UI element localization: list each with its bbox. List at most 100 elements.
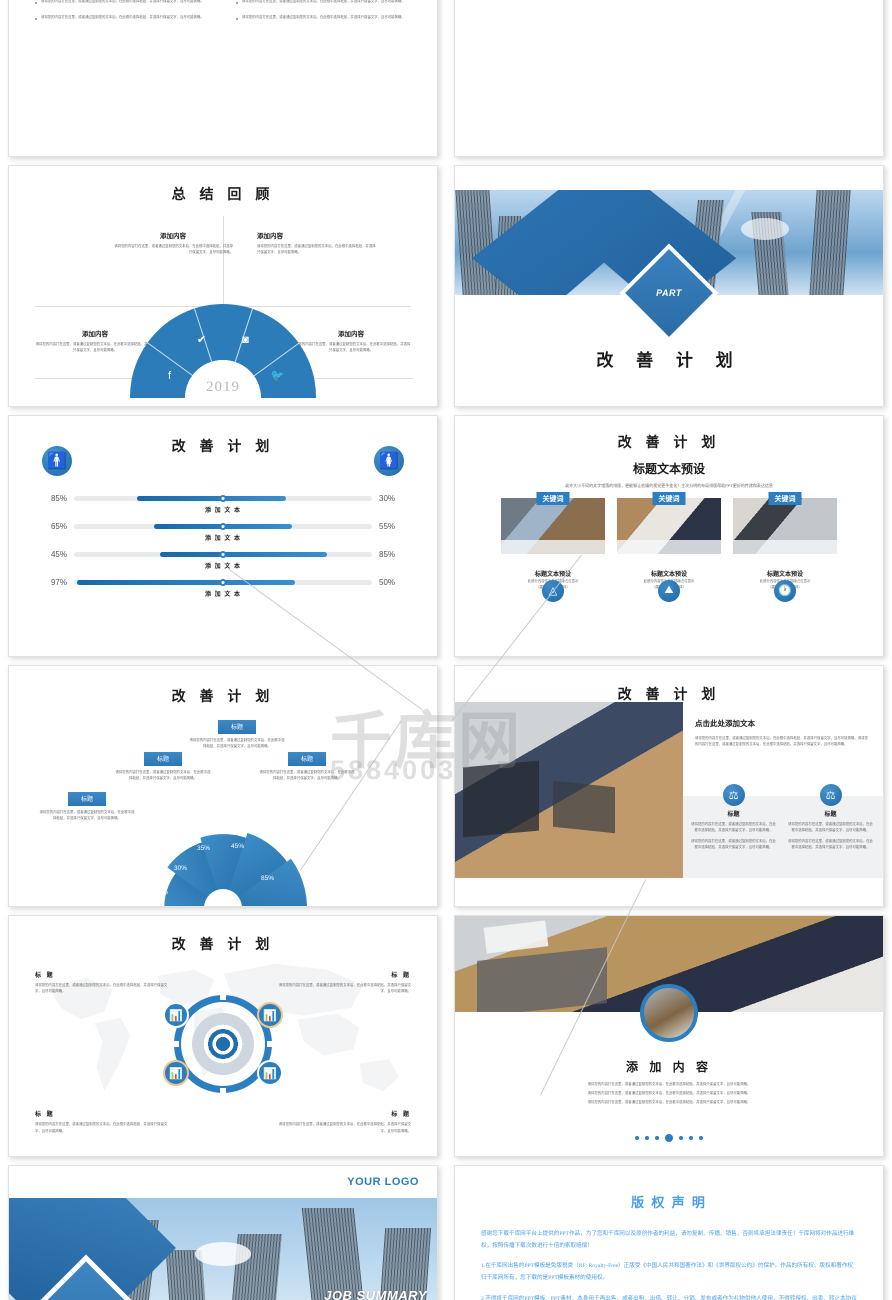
photo-features-body: 改 善 计 划 点击此处添加文本 请将您的内容打在这里，或者通过复制您的文本后，…: [455, 666, 883, 906]
fan-chart-body: 改 善 计 划 标题 请将您的内容打在这里，或者通过复制您的文本后，在此框中选择…: [9, 666, 437, 906]
copyright-paragraph: 1.在千库网出售的PPT模板是免版税类（RF: Royalty-Free）正版受…: [481, 1263, 853, 1282]
progress-knob[interactable]: [219, 579, 227, 586]
progress-track[interactable]: [74, 523, 372, 530]
progress-row[interactable]: 65% 55%: [41, 522, 405, 531]
feature-heading: 标题: [824, 812, 837, 818]
team-photo: [455, 702, 683, 878]
semicircle-social-fan: f ✔ ◙ 🐦 2019: [130, 304, 316, 399]
balance-scale-icon: ⚖: [722, 784, 745, 806]
progress-right-value: 30%: [379, 494, 396, 503]
keyword-badge: 关键词: [768, 492, 802, 505]
corner-heading: 标 题: [391, 973, 411, 979]
list-item: 请将您的内容打在这里，或者通过复制您的文本后，在此框中选择粘贴，并选择只保留文字…: [35, 14, 210, 21]
slide-summary-body: 总 结 回 顾 添加内容 请将您的内容打在这里，或者通过复制您的文本后，在此框中…: [9, 166, 437, 406]
progress-fill: [136, 496, 286, 501]
quadrant-heading: 添加内容: [257, 233, 283, 240]
slide-thumbnail-photo-features[interactable]: 改 善 计 划 点击此处添加文本 请将您的内容打在这里，或者通过复制您的文本后，…: [454, 665, 884, 907]
slide-thumbnail-cover[interactable]: YOUR LOGO JOB SUMMARY 2020 简约几何工作总结PPT: [8, 1165, 438, 1300]
card-photo-band: [733, 540, 837, 554]
page-title: 改 善 计 划: [596, 351, 742, 370]
pagination-dot[interactable]: [645, 1136, 649, 1140]
fan-tag-top: 标题 请将您的内容打在这里，或者通过复制您的文本后，在此框中选择粘贴，并选择只保…: [189, 716, 285, 750]
progress-row[interactable]: 45% 85%: [41, 550, 405, 559]
pagination-dot[interactable]: [689, 1136, 693, 1140]
slide-thumbnail-fan-chart[interactable]: 改 善 计 划 标题 请将您的内容打在这里，或者通过复制您的文本后，在此框中选择…: [8, 665, 438, 907]
card-photo-band: [617, 540, 721, 554]
facebook-icon[interactable]: f: [160, 366, 179, 385]
quadrant-body: 请将您的内容打在这里，或者通过复制您的文本后，在此框中选择粘贴，并选择只保留文字…: [114, 244, 233, 255]
card-photo: [733, 498, 837, 554]
progress-track[interactable]: [74, 579, 372, 586]
balance-scale-icon: ⚖: [819, 784, 842, 806]
card-photo: [501, 498, 605, 554]
slide2b-body: 57% 文本 more fluent.: [455, 0, 883, 156]
laptop-shape: [477, 947, 607, 1012]
progress-track[interactable]: [74, 551, 372, 558]
female-person-icon: 🚺: [374, 446, 404, 476]
slide-thumbnail-bullets[interactable]: 请将您的内容打在这里，或者通过复制您的文本后，在此框中选择粘贴，并选择只保留文字…: [8, 0, 438, 157]
laptop-shape: [553, 780, 615, 834]
slide-thumbnail-donut-photo[interactable]: 57% 文本 more fluent.: [454, 0, 884, 157]
bar-chart-people-icon[interactable]: 📊: [257, 1060, 283, 1086]
twitter-icon[interactable]: 🐦: [268, 366, 287, 385]
part-label: PART: [656, 288, 682, 298]
slide-thumbnail-progress-bars[interactable]: 改 善 计 划 🚹 🚺 85% 30% 添 加 文 本 65% 55% 添 加 …: [8, 415, 438, 657]
progress-track[interactable]: [74, 495, 372, 502]
building-shape: [809, 190, 851, 295]
world-map-body: 改 善 计 划 标 题 请将您的内容打在这里，或者通过复制您的文本后，在此框中选…: [9, 916, 437, 1156]
pagination-dot-active[interactable]: [665, 1134, 673, 1142]
list-item: 请将您的内容打在这里，或者通过复制您的文本后，在此框中选择粘贴，并选择只保留文字…: [35, 0, 210, 4]
half-donut-fan-chart: 15% 30% 35% 45% 85%: [139, 811, 341, 906]
slide-thumbnail-keyword-cards[interactable]: 改 善 计 划 标题文本预设 或许大小不同的文字错落的排版，更能够让枯燥的视觉更…: [454, 415, 884, 657]
bar-chart-people-icon[interactable]: 📊: [163, 1002, 189, 1028]
slide1-bullet-text: 请将您的内容打在这里，或者通过复制您的文本后，在此框中选择粘贴，并选择只保留文字…: [41, 0, 204, 3]
cloud-shape: [741, 218, 789, 240]
corner-heading: 标 题: [35, 1112, 55, 1119]
instagram-icon[interactable]: ◙: [236, 330, 255, 349]
card-heading: 标题文本预设: [650, 572, 687, 578]
pagination-dots[interactable]: [635, 1134, 703, 1142]
progress-knob[interactable]: [219, 523, 227, 530]
keyword-card[interactable]: 关键词 ◬ 标题文本预设 此部分内容作为文字描版占位显示 （建议使用主题字体）: [501, 492, 605, 602]
tag-body: 请将您的内容打在这里，或者通过复制您的文本后，在此框中选择粘贴，并选择只保留文字…: [259, 770, 355, 781]
feature-item[interactable]: ⚖ 标题 请将您的内容打在这里，或者通过复制您的文本后，在此框中选择粘贴，并选择…: [691, 784, 776, 850]
slide-thumbnail-world-map[interactable]: 改 善 计 划 标 题 请将您的内容打在这里，或者通过复制您的文本后，在此框中选…: [8, 915, 438, 1157]
keyword-card-list: 关键词 ◬ 标题文本预设 此部分内容作为文字描版占位显示 （建议使用主题字体） …: [455, 492, 883, 602]
progress-row[interactable]: 85% 30%: [41, 494, 405, 503]
pagination-dot[interactable]: [655, 1136, 659, 1140]
progress-right-value: 55%: [379, 522, 396, 531]
progress-knob[interactable]: [219, 551, 227, 558]
pagination-dot[interactable]: [699, 1136, 703, 1140]
pagination-dot[interactable]: [635, 1136, 639, 1140]
corner-bottom-right: 标 题 请将您的内容打在这里，或者通过复制您的文本后，在此框中选择粘贴，并选择只…: [273, 1109, 411, 1134]
slide-thumbnail-hero-content[interactable]: 添 加 内 容 请将您的内容打在这里，或者通过复制您的文本后，在此框中选择粘贴，…: [454, 915, 884, 1157]
progress-knob[interactable]: [219, 495, 227, 502]
fan-tag-upper-left: 标题 请将您的内容打在这里，或者通过复制您的文本后，在此框中选择粘贴，并选择只保…: [115, 748, 211, 782]
progress-row[interactable]: 97% 50%: [41, 578, 405, 587]
slide-thumbnail-copyright[interactable]: 版 权 声 明 感谢您下载千库网平台上提供的PPT作品，为了您和千库网以及原创作…: [454, 1165, 884, 1300]
progress-label: 添 加 文 本: [204, 564, 241, 570]
card-photo: [617, 498, 721, 554]
check-badge-icon[interactable]: ✔: [192, 330, 211, 349]
part-diamond-badge: PART: [625, 249, 713, 337]
copyright-body: 版 权 声 明 感谢您下载千库网平台上提供的PPT作品，为了您和千库网以及原创作…: [455, 1166, 883, 1300]
slide1-bullet-text: 请将您的内容打在这里，或者通过复制您的文本后，在此框中选择粘贴，并选择只保留文字…: [41, 15, 204, 20]
feature-item[interactable]: ⚖ 标题 请将您的内容打在这里，或者通过复制您的文本后，在此框中选择粘贴，并选择…: [788, 784, 873, 850]
page-title: 添 加 内 容: [625, 1060, 712, 1074]
fan-tag-upper-right: 标题 请将您的内容打在这里，或者通过复制您的文本后，在此框中选择粘贴，并选择只保…: [259, 748, 355, 782]
keyword-card[interactable]: 关键词 ⛰ 标题文本预设 此部分内容作为文字描版占位显示 （建议使用主题字体）: [617, 492, 721, 602]
hero-line: 请将您的内容打在这里，或者通过复制您的文本后，在此框中选择粘贴，并选择只保留文字…: [587, 1090, 751, 1095]
slide1-bullet-text: 请将您的内容打在这里，或者通过复制您的文本后，在此框中选择粘贴，并选择只保留文字…: [242, 15, 405, 20]
ring-gap: [220, 988, 226, 1000]
target-bullseye-icon: [192, 1013, 254, 1075]
copyright-paragraph: 感谢您下载千库网平台上提供的PPT作品，为了您和千库网以及原创作者的利益，请勿复…: [481, 1231, 855, 1249]
bar-chart-people-icon[interactable]: 📊: [257, 1002, 283, 1028]
slide-thumbnail-summary-review[interactable]: 总 结 回 顾 添加内容 请将您的内容打在这里，或者通过复制您的文本后，在此框中…: [8, 165, 438, 407]
keyword-card[interactable]: 关键词 🕐 标题文本预设 此部分内容作为文字描版占位显示 （建议使用主题字体）: [733, 492, 837, 602]
cover-year: 2020: [27, 1286, 145, 1300]
bar-chart-people-icon[interactable]: 📊: [163, 1060, 189, 1086]
corner-body: 请将您的内容打在这里，或者通过复制您的文本后，在此框中选择粘贴，并选择只保留文字…: [278, 1122, 411, 1133]
progress-left-value: 45%: [50, 550, 67, 559]
slide-thumbnail-section-divider[interactable]: PART 改 善 计 划: [454, 165, 884, 407]
pagination-dot[interactable]: [679, 1136, 683, 1140]
